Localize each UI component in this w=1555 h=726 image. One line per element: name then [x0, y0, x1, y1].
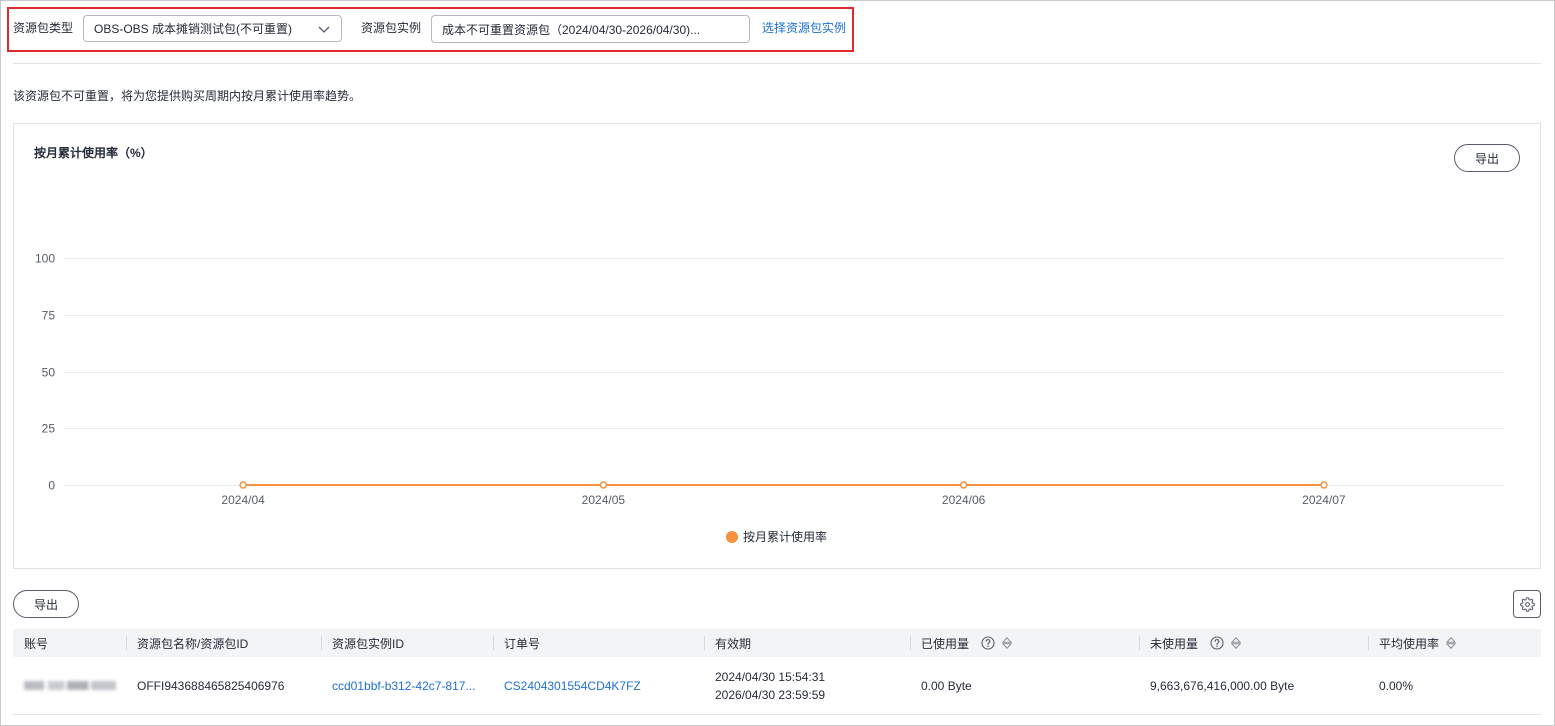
question-circle-icon[interactable]: [1210, 636, 1224, 650]
column-label: 有效期: [715, 636, 752, 651]
column-label: 订单号: [504, 636, 541, 651]
column-header-account: 账号: [13, 629, 126, 657]
data-point: [599, 481, 608, 489]
x-tick-label: 2024/07: [1302, 493, 1346, 507]
usage-line-chart: 0 25 50 75 100 2024/04 2024/05 2024/06 2024/07: [35, 252, 1504, 507]
y-tick-label: 0: [48, 479, 55, 493]
sort-icon[interactable]: [1446, 637, 1457, 649]
x-tick-label: 2024/06: [942, 493, 986, 507]
column-label: 已使用量: [921, 636, 970, 651]
validity-start: 2024/04/30 15:54:31: [715, 669, 826, 684]
package-type-select[interactable]: OBS-OBS 成本摊销测试包(不可重置): [83, 15, 342, 42]
package-type-value: OBS-OBS 成本摊销测试包(不可重置): [94, 22, 293, 36]
column-label: 未使用量: [1150, 636, 1199, 651]
chevron-down-icon: [318, 26, 330, 33]
gear-icon: [1519, 596, 1535, 612]
y-tick-label: 100: [35, 252, 55, 266]
column-header-avg-rate: 平均使用率: [1368, 629, 1541, 657]
cell-package-id: OFFI943688465825406976: [137, 678, 285, 693]
data-point: [959, 481, 968, 489]
cell-avg-rate: 0.00%: [1379, 678, 1414, 693]
legend-dot: [726, 531, 738, 543]
column-label: 资源包名称/资源包ID: [137, 636, 249, 651]
table-export-button[interactable]: 导出: [13, 590, 79, 618]
x-tick-label: 2024/05: [582, 493, 626, 507]
sort-icon[interactable]: [1002, 637, 1013, 649]
column-header-package: 资源包名称/资源包ID: [126, 629, 321, 657]
chart-card: 按月累计使用率（%） 导出 0 25 50 75 100 2024/04 2024/05 20…: [13, 123, 1541, 569]
column-header-instance-id: 资源包实例ID: [321, 629, 493, 657]
package-instance-value: 成本不可重置资源包（2024/04/30-2026/04/30)...: [442, 22, 701, 37]
cell-order-no: CS2404301554CD4K7FZ: [493, 657, 704, 714]
chart-legend[interactable]: 按月累计使用率: [726, 530, 827, 544]
table-header: 账号 资源包名称/资源包ID 资源包实例ID 订单号 有效期 已使用量 未使用量…: [13, 629, 1541, 657]
divider: [13, 63, 1541, 64]
table-row: OFFI943688465825406976 ccd01bbf-b312-42c…: [13, 657, 1541, 715]
column-header-order-no: 订单号: [493, 629, 704, 657]
cell-instance-id: ccd01bbf-b312-42c7-817...: [321, 657, 493, 714]
page: 资源包类型 OBS-OBS 成本摊销测试包(不可重置) 资源包实例 成本不可重置…: [0, 0, 1555, 726]
column-header-unused: 未使用量: [1139, 629, 1368, 657]
instance-id-link[interactable]: ccd01bbf-b312-42c7-817...: [332, 679, 475, 693]
sort-icon[interactable]: [1231, 637, 1242, 649]
data-point: [239, 481, 247, 489]
legend-label: 按月累计使用率: [743, 530, 828, 544]
question-circle-icon[interactable]: [981, 636, 995, 650]
masked-account: [24, 681, 116, 690]
column-header-used: 已使用量: [910, 629, 1139, 657]
cell-used: 0.00 Byte: [921, 678, 972, 693]
y-tick-label: 75: [42, 309, 56, 323]
validity-end: 2026/04/30 23:59:59: [715, 687, 826, 702]
x-tick-label: 2024/04: [221, 493, 265, 507]
package-instance-field[interactable]: 成本不可重置资源包（2024/04/30-2026/04/30)...: [431, 15, 750, 43]
column-label: 账号: [24, 636, 49, 651]
package-type-label: 资源包类型: [13, 21, 74, 35]
reset-notice: 该资源包不可重置，将为您提供购买周期内按月累计使用率趋势。: [13, 89, 362, 103]
y-tick-label: 25: [42, 422, 56, 436]
cell-unused: 9,663,676,416,000.00 Byte: [1150, 678, 1295, 693]
table-settings-button[interactable]: [1513, 590, 1541, 618]
cell-validity: 2024/04/30 15:54:31 2026/04/30 23:59:59: [704, 657, 910, 714]
order-no-link[interactable]: CS2404301554CD4K7FZ: [504, 679, 641, 693]
package-instance-label: 资源包实例: [361, 21, 422, 35]
cell-account: [13, 657, 126, 714]
select-instance-link[interactable]: 选择资源包实例: [762, 20, 846, 36]
column-label: 资源包实例ID: [332, 636, 405, 651]
usage-table: 账号 资源包名称/资源包ID 资源包实例ID 订单号 有效期 已使用量 未使用量…: [13, 629, 1541, 715]
column-header-validity: 有效期: [704, 629, 910, 657]
data-point: [1320, 481, 1328, 489]
column-label: 平均使用率: [1379, 636, 1440, 651]
y-tick-label: 50: [42, 366, 56, 380]
